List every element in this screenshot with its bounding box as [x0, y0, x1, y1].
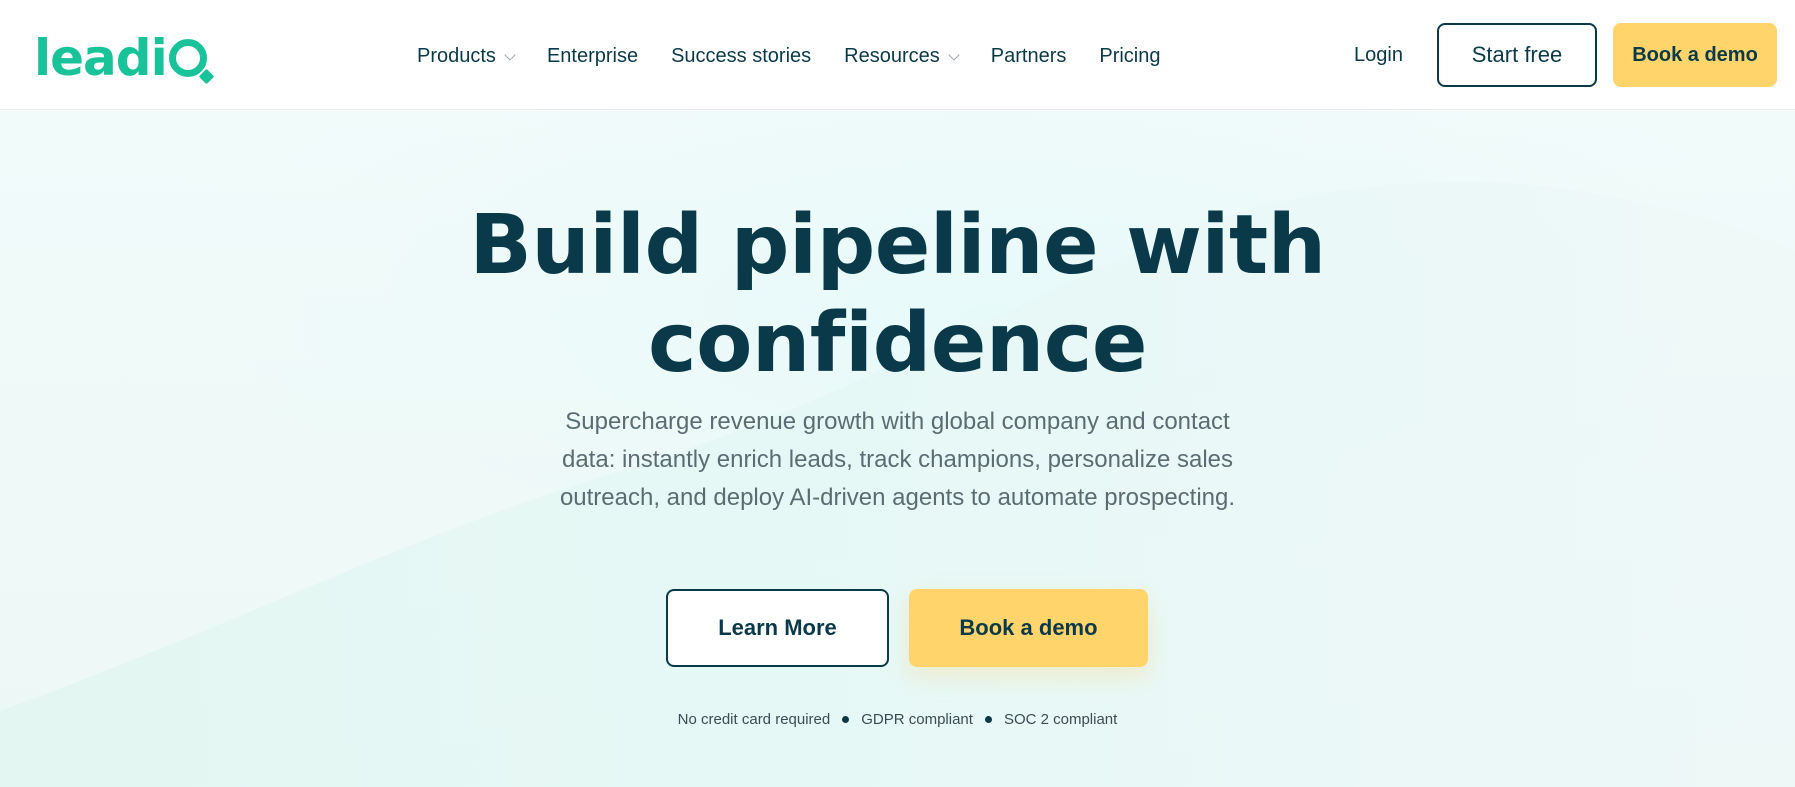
hero-title: Build pipeline with confidence [0, 197, 1795, 393]
bullet-dot-icon [984, 716, 992, 723]
trust-badges: No credit card required GDPR compliant S… [0, 711, 1795, 728]
badge-no-credit-card: No credit card required [677, 711, 831, 728]
logo-text: leadi [34, 29, 168, 87]
book-demo-button-hero[interactable]: Book a demo [909, 589, 1148, 667]
nav-success-stories[interactable]: Success stories [671, 45, 811, 68]
main-nav: Products Enterprise Success stories Reso… [417, 38, 1194, 74]
badge-gdpr: GDPR compliant [861, 711, 973, 728]
bullet-dot-icon [842, 716, 850, 723]
nav-partners-label: Partners [990, 44, 1067, 67]
nav-products-label: Products [417, 44, 496, 67]
leadiq-logo[interactable]: leadi [34, 26, 207, 86]
learn-more-button[interactable]: Learn More [666, 589, 889, 667]
chevron-down-icon [948, 48, 960, 61]
nav-resources[interactable]: Resources [844, 44, 960, 68]
nav-pricing-label: Pricing [1099, 44, 1161, 67]
hero-subtitle: Supercharge revenue growth with global c… [559, 408, 1236, 511]
hero-title-line2: confidence [647, 296, 1148, 391]
nav-resources-label: Resources [844, 44, 940, 67]
nav-success-stories-label: Success stories [671, 44, 812, 67]
book-demo-button-header[interactable]: Book a demo [1613, 23, 1777, 87]
nav-partners[interactable]: Partners [991, 45, 1067, 68]
nav-products[interactable]: Products [417, 44, 516, 68]
nav-pricing[interactable]: Pricing [1099, 45, 1160, 68]
login-link[interactable]: Login [1354, 44, 1403, 67]
logo-q-icon [168, 39, 207, 77]
badge-soc2: SOC 2 compliant [1003, 711, 1118, 728]
site-header: leadi Products Enterprise Success storie… [0, 0, 1795, 110]
hero-title-line1: Build pipeline with [469, 198, 1326, 293]
hero-section: Build pipeline with confidence Superchar… [0, 111, 1795, 787]
nav-enterprise-label: Enterprise [546, 44, 639, 67]
nav-enterprise[interactable]: Enterprise [547, 45, 638, 68]
chevron-down-icon [504, 48, 516, 61]
start-free-button[interactable]: Start free [1437, 23, 1597, 87]
